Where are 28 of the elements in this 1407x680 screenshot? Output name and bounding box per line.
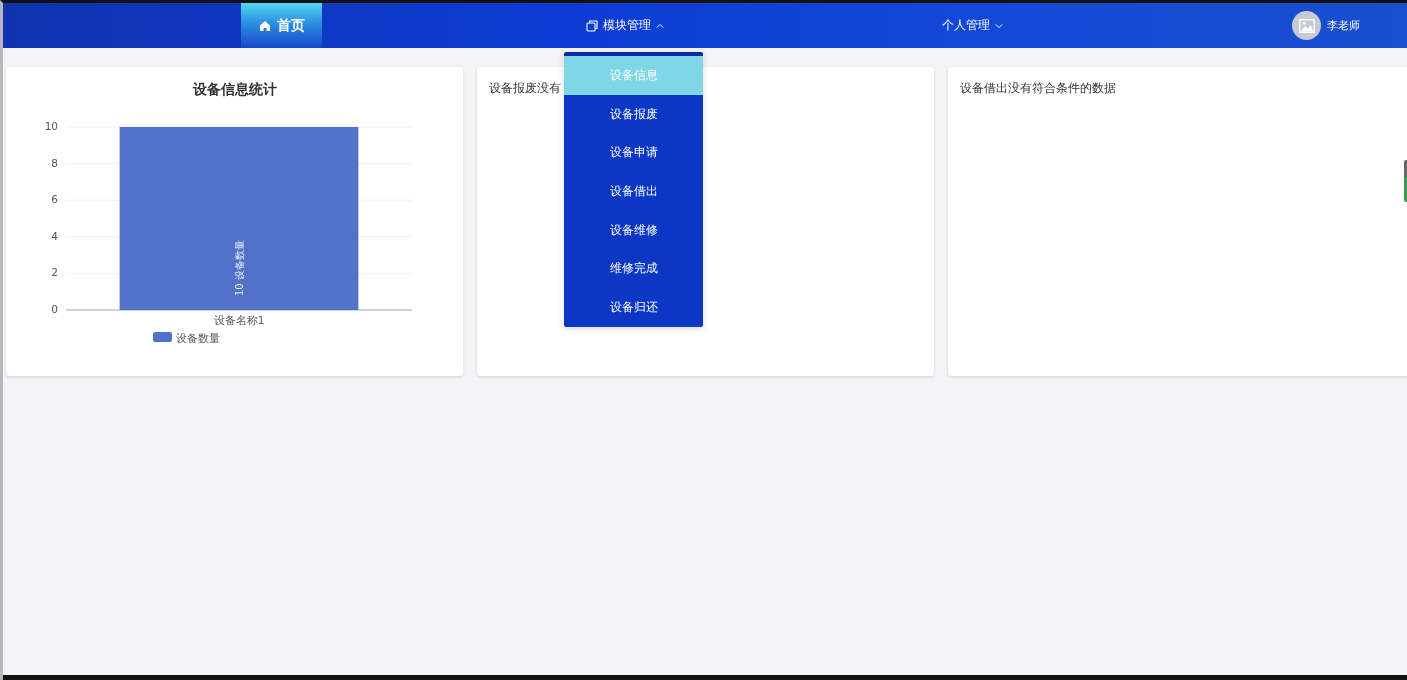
nav-menu[interactable]: 模块管理 (584, 13, 666, 38)
legend-label: 设备数量 (176, 332, 220, 344)
empty-message: 设备报废没有 (489, 80, 562, 97)
category-label: 设备名称1 (213, 314, 265, 326)
empty-message: 设备借出没有符合条件的数据 (960, 80, 1117, 97)
legend-item[interactable]: 设备数量 (153, 332, 220, 344)
menu-item[interactable]: 设备归还 (564, 288, 703, 327)
axis-tick-label: 8 (51, 156, 58, 169)
menu-item[interactable]: 设备借出 (564, 172, 703, 211)
side-handle[interactable] (1404, 160, 1407, 202)
menu-item[interactable]: 维修完成 (564, 249, 703, 289)
menu-item[interactable]: 设备维修 (564, 210, 703, 250)
axis-tick-label: 6 (51, 193, 58, 206)
avatar-icon[interactable] (1292, 11, 1321, 40)
data-label: 10 设备数量 (234, 240, 245, 296)
home-icon (258, 19, 271, 32)
copy-icon (586, 19, 598, 32)
chevron-down-icon (994, 22, 1003, 29)
user-name[interactable]: 李老师 (1327, 18, 1360, 33)
axis-tick-label: 10 (44, 120, 58, 132)
nav-menu[interactable]: 个人管理 (939, 13, 1005, 38)
chevron-up-icon (656, 22, 664, 29)
menu-item[interactable]: 设备申请 (564, 133, 703, 173)
chart-title: 设备信息统计 (191, 81, 278, 99)
axis-tick-label: 0 (51, 303, 58, 315)
menu-item[interactable]: 设备报废 (564, 94, 703, 134)
axis-tick-label: 4 (51, 229, 58, 242)
axis-tick-label: 2 (51, 266, 58, 279)
